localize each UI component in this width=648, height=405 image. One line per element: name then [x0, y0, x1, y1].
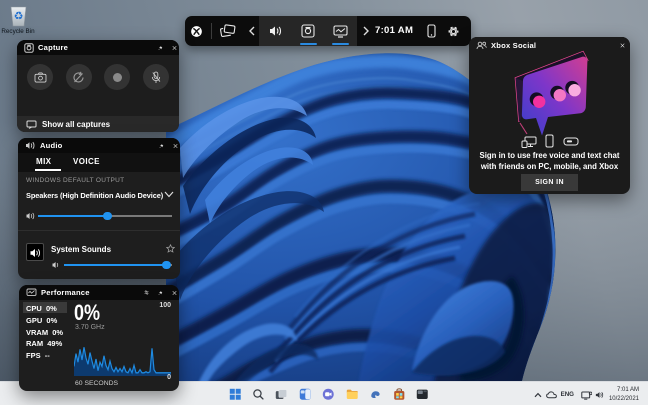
svg-text:♻: ♻	[13, 11, 23, 23]
